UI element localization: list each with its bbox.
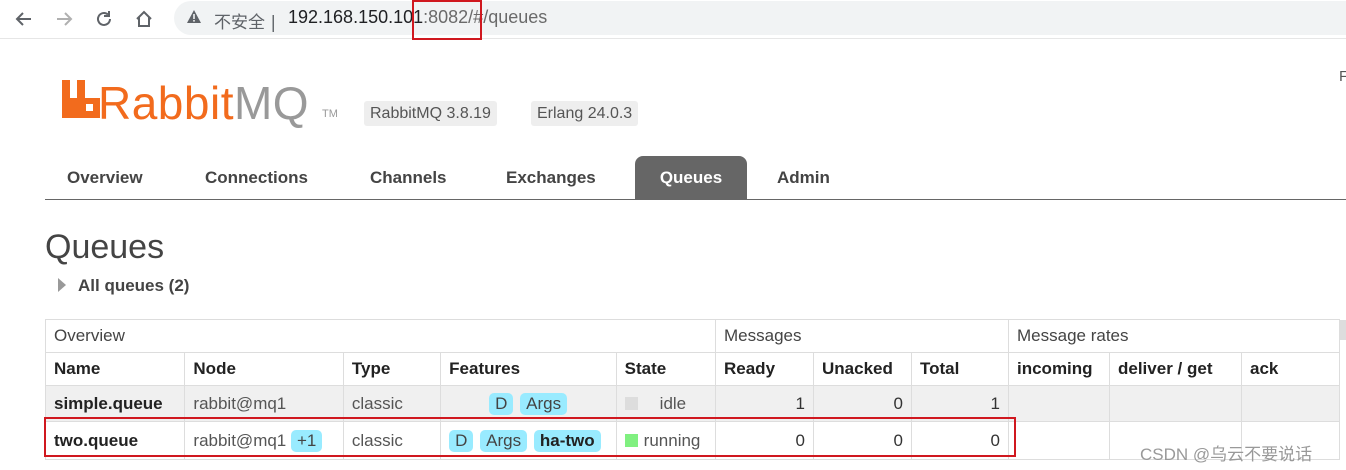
- rate-deliver-get: [1109, 385, 1242, 422]
- home-icon: [136, 10, 152, 27]
- rate-ack: [1241, 385, 1340, 422]
- browser-toolbar: 不安全 | 192.168.150.101:8082/#/queues: [0, 0, 1346, 39]
- rabbitmq-version-badge: RabbitMQ 3.8.19: [364, 101, 497, 126]
- back-arrow-icon: [15, 12, 31, 26]
- logo-mq-text: MQ: [233, 77, 310, 129]
- cutoff-text: F: [1339, 68, 1346, 85]
- logo-wordmark: RabbitMQ: [98, 76, 309, 130]
- erlang-version-badge: Erlang 24.0.3: [531, 101, 639, 126]
- col-ready[interactable]: Ready: [715, 352, 814, 386]
- url-host: 192.168.150.101: [288, 7, 424, 27]
- tab-queues[interactable]: Queues: [635, 156, 747, 199]
- all-queues-label: All queues (2): [78, 276, 190, 295]
- reload-button[interactable]: [90, 5, 118, 33]
- warning-icon: [187, 10, 201, 23]
- back-button[interactable]: [10, 5, 38, 33]
- tab-connections[interactable]: Connections: [205, 156, 308, 199]
- rate-incoming: [1008, 385, 1110, 422]
- idle-indicator-icon: [624, 396, 638, 410]
- tab-exchanges[interactable]: Exchanges: [506, 156, 596, 199]
- feature-durable-tag[interactable]: D: [489, 392, 514, 415]
- col-state[interactable]: State: [615, 352, 717, 386]
- col-features[interactable]: Features: [440, 352, 617, 386]
- feature-args-tag[interactable]: Args: [520, 392, 568, 415]
- table-column-header: Name Node Type Features State Ready Unac…: [44, 352, 1340, 386]
- col-node[interactable]: Node: [184, 352, 344, 386]
- watermark-text: CSDN @乌云不要说话: [1140, 445, 1313, 464]
- group-message-rates: Message rates: [1008, 319, 1340, 353]
- rabbit-logo-icon: [62, 80, 100, 118]
- rate-incoming: [1008, 421, 1110, 460]
- forward-arrow-icon: [57, 12, 73, 26]
- col-total[interactable]: Total: [911, 352, 1009, 386]
- tab-admin[interactable]: Admin: [777, 156, 830, 199]
- reload-icon: [97, 11, 111, 26]
- security-label: 不安全 |: [214, 13, 277, 33]
- address-bar[interactable]: 不安全 | 192.168.150.101:8082/#/queues: [174, 1, 1346, 35]
- forward-button[interactable]: [50, 5, 78, 33]
- col-incoming[interactable]: incoming: [1008, 352, 1110, 386]
- group-overview: Overview: [45, 319, 716, 353]
- table-group-header: Overview Messages Message rates: [45, 319, 1340, 353]
- col-ack[interactable]: ack: [1241, 352, 1340, 386]
- col-type[interactable]: Type: [342, 352, 442, 386]
- all-queues-toggle[interactable]: All queues (2): [58, 276, 189, 296]
- home-button[interactable]: [130, 5, 158, 33]
- page-title: Queues: [45, 228, 165, 266]
- logo-rabbit-text: Rabbit: [98, 77, 234, 129]
- tab-overview[interactable]: Overview: [67, 156, 143, 199]
- port-highlight-box: [412, 0, 482, 40]
- row-highlight-box: [44, 417, 1016, 457]
- col-name[interactable]: Name: [44, 352, 186, 386]
- group-messages: Messages: [715, 319, 1009, 353]
- state-label: idle: [659, 393, 687, 413]
- main-nav-tabs: Overview Connections Channels Exchanges …: [45, 156, 1346, 200]
- logo-tm: TM: [322, 108, 338, 120]
- col-deliver-get[interactable]: deliver / get: [1109, 352, 1242, 386]
- tab-channels[interactable]: Channels: [370, 156, 447, 199]
- col-unacked[interactable]: Unacked: [813, 352, 912, 386]
- expand-triangle-icon: [58, 278, 66, 292]
- scrollbar[interactable]: [1340, 320, 1346, 340]
